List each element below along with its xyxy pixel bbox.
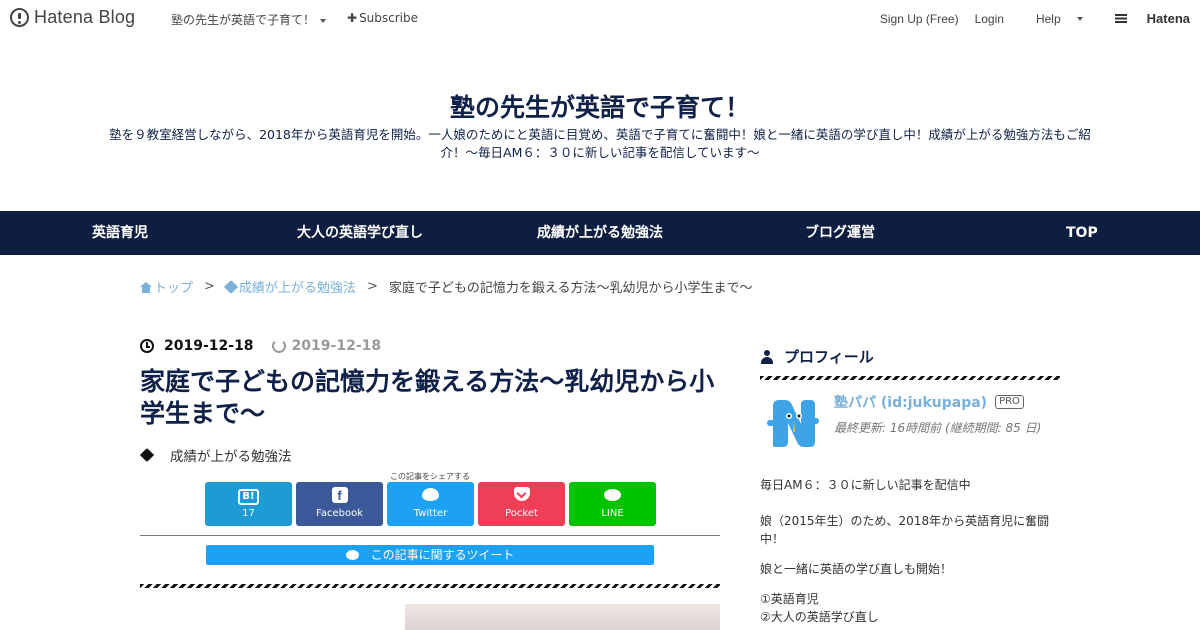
related-tweets-button[interactable]: この記事に関するツイート [206,545,654,565]
breadcrumb-current: 家庭で子どもの記憶力を鍛える方法～乳幼児から小学生まで～ [388,281,753,296]
profile-text-line: ①英語育児 [760,592,819,606]
user-icon [760,349,774,364]
hatena-blog-logo[interactable]: Hatena Blog [10,7,135,28]
line-share-button[interactable]: LINE [569,482,656,526]
share-buttons: B! 17 f Facebook Twitter Pocket LINE [205,482,660,526]
section-divider-hatch [140,584,720,588]
article-dates: 2019-12-18 2019-12-18 [140,338,381,354]
breadcrumb-separator: > [366,279,378,294]
hatena-link[interactable]: Hatena [1099,11,1190,26]
nav-item-english-parenting[interactable]: 英語育児 [92,211,148,255]
facebook-icon: f [331,487,348,503]
refresh-icon [271,339,286,353]
profile-text-line: ②大人の英語学び直し [760,610,879,624]
hatebu-count: 17 [242,508,255,519]
breadcrumb-home-label: トップ [154,281,194,296]
facebook-label: Facebook [316,508,363,519]
pocket-icon [513,487,530,501]
article-updated-date: 2019-12-18 [291,338,382,354]
avatar-mascot-icon [767,400,819,447]
nav-item-blog-management[interactable]: ブログ運営 [805,211,875,255]
blog-switch-dropdown[interactable]: 塾の先生が英語で子育て！ [171,11,327,28]
share-caption: この記事をシェアする [390,472,470,481]
breadcrumb-category[interactable]: 成績が上がる勉強法 [223,277,356,296]
avatar[interactable] [765,396,820,451]
pro-badge: PRO [995,395,1024,409]
profile-heading-label: プロフィール [784,348,874,366]
twitter-bird-icon [422,488,439,501]
top-right-links: Sign Up (Free) Login Help Hatena [864,11,1190,26]
twitter-label: Twitter [413,508,448,519]
line-bubble-icon [604,489,621,501]
login-link[interactable]: Login [975,12,1004,26]
line-label: LINE [601,508,624,519]
blog-title[interactable]: 塾の先生が英語で子育て！ [0,88,1200,124]
profile-text-line: 毎日AM６：３０に新しい記事を配信中 [760,478,971,492]
hatena-label: Hatena [1146,11,1190,26]
home-icon [140,282,152,293]
subscribe-button[interactable]: ✚ Subscribe [347,11,418,25]
help-dropdown[interactable]: Help [1020,12,1083,26]
breadcrumb: トップ > 成績が上がる勉強法 > 家庭で子どもの記憶力を鍛える方法～乳幼児から… [140,277,752,296]
nav-item-study-method[interactable]: 成績が上がる勉強法 [537,211,663,255]
article-category-link[interactable]: 成績が上がる勉強法 [170,445,292,465]
tag-icon [223,279,238,295]
breadcrumb-home[interactable]: トップ [140,277,193,296]
article-hero-image [405,604,720,630]
profile-text-line: 娘と一緒に英語の学び直しも開始！ [760,562,953,576]
facebook-share-button[interactable]: f Facebook [296,482,383,526]
share-divider [140,535,720,536]
breadcrumb-category-label: 成績が上がる勉強法 [238,281,356,296]
hatebu-icon: B! [238,489,259,505]
article-title[interactable]: 家庭で子どもの記憶力を鍛える方法～乳幼児から小学生まで～ [140,366,720,430]
nav-item-adult-english[interactable]: 大人の英語学び直し [297,211,423,255]
global-nav: 英語育児 大人の英語学び直し 成績が上がる勉強法 ブログ運営 TOP [0,211,1200,255]
twitter-share-button[interactable]: Twitter [387,482,474,526]
plus-icon: ✚ [347,11,358,25]
related-tweets-label: この記事に関するツイート [370,548,515,562]
tag-icon [139,447,155,463]
blog-header: 塾の先生が英語で子育て！ 塾を９教室経営しながら、2018年から英語育児を開始。… [0,36,1200,211]
blog-description: 塾を９教室経営しながら、2018年から英語育児を開始。一人娘のためにと英語に目覚… [109,127,1091,160]
blog-switch-label: 塾の先生が英語で子育て！ [171,13,316,27]
hatena-mark-icon [1114,14,1127,23]
sidebar-divider-hatch [760,376,1060,380]
profile-name-link[interactable]: 塾パパ (id:jukupapa) [834,392,987,412]
nav-item-top[interactable]: TOP [1066,211,1098,255]
pocket-label: Pocket [505,508,538,519]
subscribe-label: Subscribe [359,11,419,25]
profile-name-row: 塾パパ (id:jukupapa) PRO [834,392,1024,412]
caret-down-icon [1076,17,1083,22]
twitter-bird-icon [345,550,359,560]
top-bar: Hatena Blog 塾の先生が英語で子育て！ ✚ Subscribe Sign… [0,0,1200,36]
help-label: Help [1035,11,1061,26]
logo-text: Hatena Blog [34,7,136,27]
caret-down-icon [320,18,327,23]
profile-text-line: 娘（2015年生）のため、2018年から英語育児に奮闘中！ [760,514,1050,546]
article-date[interactable]: 2019-12-18 [164,338,254,354]
hatebu-share-button[interactable]: B! 17 [205,482,292,526]
signup-link[interactable]: Sign Up (Free) [880,12,959,26]
hatena-blog-logo-icon [10,8,29,27]
sidebar-profile-heading: プロフィール [760,346,874,367]
clock-icon [140,339,154,353]
breadcrumb-separator: > [204,279,215,294]
pocket-share-button[interactable]: Pocket [478,482,565,526]
article-categories: 成績が上がる勉強法 [139,445,292,465]
profile-last-update: 最終更新: 16時間前 (継続期間: 85 日) [834,421,1042,435]
